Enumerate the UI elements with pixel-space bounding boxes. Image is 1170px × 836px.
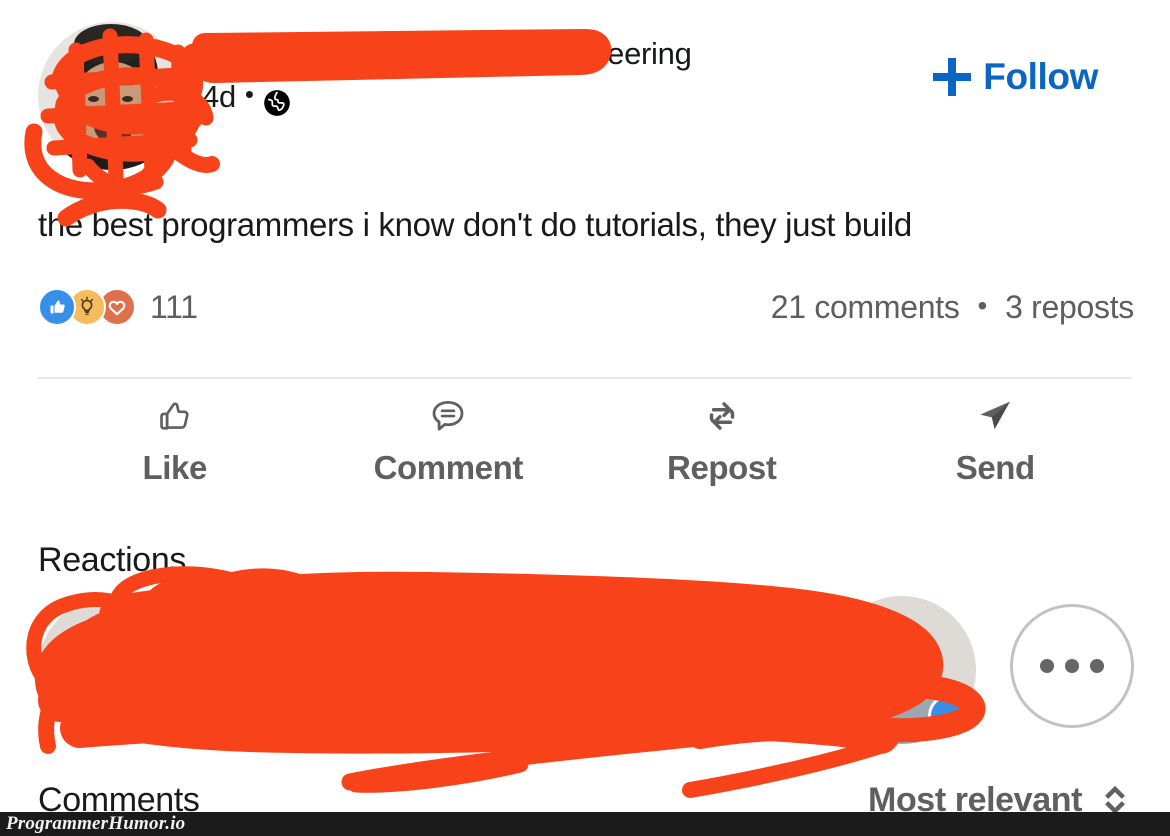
reactor-avatar[interactable] [566, 596, 714, 744]
send-button-label: Send [955, 449, 1035, 486]
avatar-hair-top [74, 24, 148, 64]
meta-separator: • [244, 79, 254, 109]
counts-separator: • [977, 290, 988, 321]
avatar-eye-left [88, 96, 99, 102]
repost-button[interactable]: Repost [585, 392, 859, 488]
reactor-head [260, 622, 316, 678]
reactor-avatar[interactable] [214, 596, 362, 744]
avatar-shoulders [42, 150, 182, 170]
reactor-head [436, 622, 492, 678]
thumbs-up-icon [152, 392, 198, 440]
reaction-count[interactable]: 111 [150, 288, 198, 326]
paper-plane-icon [972, 392, 1018, 440]
follow-button[interactable]: Follow [933, 58, 1098, 96]
speech-bubble-icon [425, 392, 471, 440]
reactor-head [84, 622, 140, 678]
avatar-photo [38, 22, 186, 170]
ellipsis-icon [1065, 659, 1079, 673]
comment-button-label: Comment [373, 449, 524, 486]
comments-reposts-counts: 21 comments • 3 reposts [771, 288, 1135, 328]
reactor-avatar[interactable] [38, 596, 186, 744]
repost-loop-icon [699, 392, 745, 440]
ellipsis-icon [1040, 659, 1054, 673]
watermark-bar: ProgrammerHumor.io [0, 812, 1170, 836]
follow-button-label: Follow [983, 56, 1098, 97]
reactor-avatar[interactable] [390, 596, 538, 744]
author-avatar[interactable] [38, 22, 186, 170]
reactor-reaction-badge [928, 694, 972, 738]
globe-icon [263, 86, 291, 116]
reactor-reaction-badge [490, 694, 534, 738]
reactor-avatar[interactable] [828, 596, 976, 744]
post-meta: 4d • [202, 76, 902, 118]
social-counts-bar: 111 21 comments • 3 reposts [38, 288, 1134, 342]
reactions-section-title: Reactions [38, 541, 187, 579]
reactor-head [612, 622, 668, 678]
like-button[interactable]: Like [38, 392, 312, 488]
reactor-reaction-badge [138, 694, 182, 738]
ellipsis-icon [1090, 659, 1104, 673]
send-button[interactable]: Send [859, 392, 1133, 488]
reposts-count[interactable]: 3 reposts [1005, 288, 1134, 326]
repost-button-label: Repost [667, 449, 777, 486]
author-headline: Obsessed with software engineering [202, 36, 692, 71]
reactions-avatar-row [38, 596, 1134, 746]
plus-icon [933, 58, 972, 96]
post-timestamp: 4d [202, 79, 236, 114]
post-header: Obsessed with software engineering 4d • … [38, 18, 1132, 170]
divider [38, 377, 1132, 379]
watermark-text: ProgrammerHumor.io [6, 813, 186, 834]
like-button-label: Like [142, 449, 208, 486]
reaction-icons-group[interactable] [38, 288, 136, 326]
reactor-reaction-badge [314, 694, 358, 738]
avatar-eye-right [122, 96, 133, 102]
post-action-bar: Like Comment Repost Send [38, 392, 1132, 502]
reactor-reaction-badge [666, 694, 710, 738]
reactor-head [874, 622, 930, 678]
linkedin-post-screenshot: Obsessed with software engineering 4d • … [0, 0, 1170, 836]
author-info: Obsessed with software engineering 4d • [202, 32, 902, 118]
post-body-text: the best programmers i know don't do tut… [38, 206, 912, 243]
comment-button[interactable]: Comment [312, 392, 586, 488]
like-thumb-icon [38, 288, 76, 326]
comments-count[interactable]: 21 comments [771, 288, 960, 326]
more-reactions-button[interactable] [1010, 604, 1134, 728]
